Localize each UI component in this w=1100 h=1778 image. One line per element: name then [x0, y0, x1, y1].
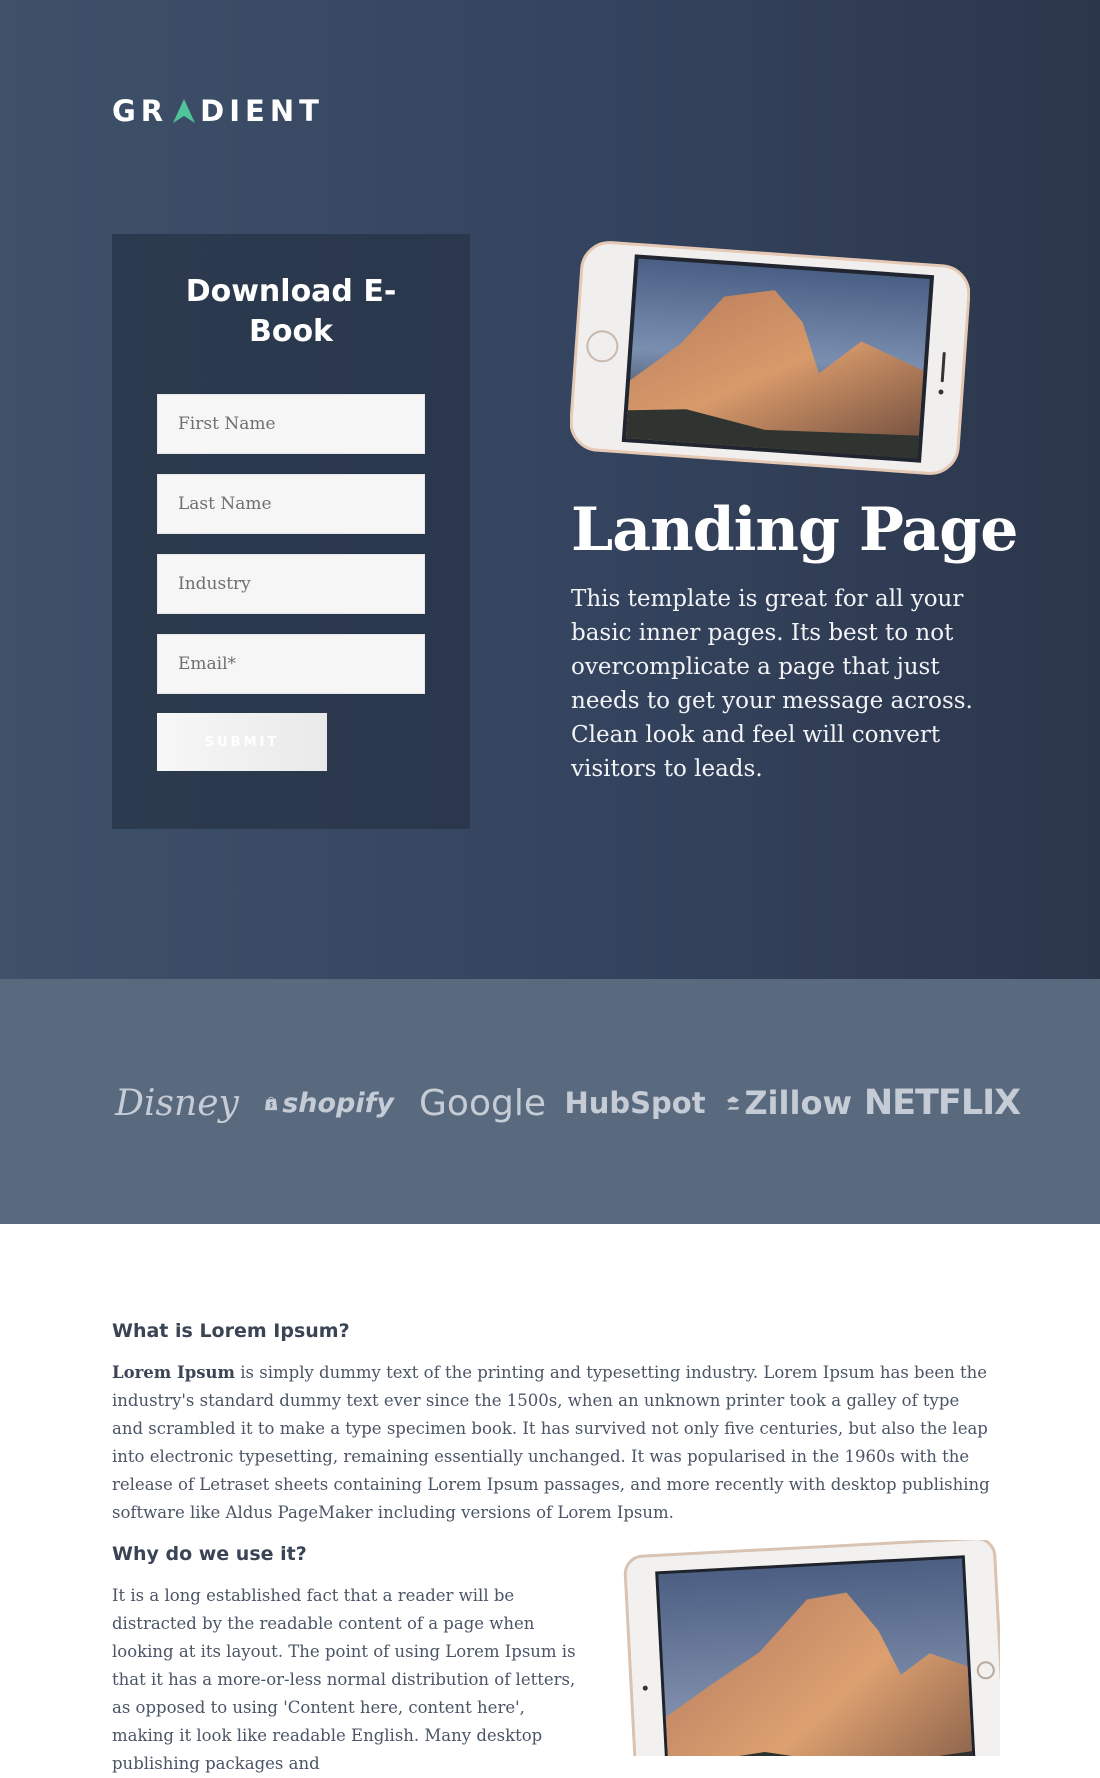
- hubspot-logo-text: HubSpot: [564, 1086, 706, 1120]
- logo-a-triangle-icon: [173, 99, 196, 123]
- zillow-z-icon: [727, 1096, 740, 1110]
- logo-text-end: DIENT: [200, 94, 324, 128]
- section2-heading: Why do we use it?: [112, 1543, 307, 1565]
- google-logo: Google: [419, 1073, 546, 1133]
- logo-text-start: GR: [112, 94, 169, 128]
- shopify-logo-text: shopify: [282, 1087, 394, 1119]
- section2-paragraph: It is a long established fact that a rea…: [112, 1586, 576, 1773]
- phone-image: [570, 241, 970, 475]
- industry-field[interactable]: [157, 554, 425, 614]
- netflix-logo: NETFLIX: [864, 1073, 1021, 1133]
- last-name-field[interactable]: [157, 474, 425, 534]
- zillow-logo-text: Zillow: [744, 1084, 852, 1122]
- first-name-field[interactable]: [157, 394, 425, 454]
- shopify-bag-icon: [264, 1096, 278, 1111]
- section1-paragraph: Lorem Ipsum is simply dummy text of the …: [112, 1359, 992, 1527]
- disney-logo: Disney: [115, 1073, 239, 1133]
- section1-heading: What is Lorem Ipsum?: [112, 1320, 350, 1342]
- zillow-logo: Zillow: [726, 1073, 852, 1133]
- hero-title: Landing Page: [571, 495, 1018, 565]
- hero-section: GR DIENT Download E-Book SUBMIT: [0, 0, 1100, 979]
- hubspot-logo: HubSpot: [564, 1073, 705, 1133]
- email-field[interactable]: [157, 634, 425, 694]
- google-logo-text: Google: [419, 1082, 546, 1124]
- disney-logo-text: Disney: [115, 1082, 239, 1124]
- section1-text: is simply dummy text of the printing and…: [112, 1363, 990, 1522]
- form-title: Download E-Book: [185, 274, 397, 349]
- netflix-logo-text: NETFLIX: [863, 1083, 1021, 1123]
- submit-button[interactable]: SUBMIT: [157, 713, 327, 771]
- tablet-image: [623, 1540, 1000, 1756]
- shopify-logo: shopify: [264, 1073, 394, 1133]
- gradient-logo[interactable]: GR DIENT: [112, 96, 324, 126]
- section1-bold-term: Lorem Ipsum: [112, 1363, 236, 1382]
- hero-description: This template is great for all your basi…: [571, 586, 973, 782]
- download-form-card: Download E-Book SUBMIT: [112, 234, 470, 829]
